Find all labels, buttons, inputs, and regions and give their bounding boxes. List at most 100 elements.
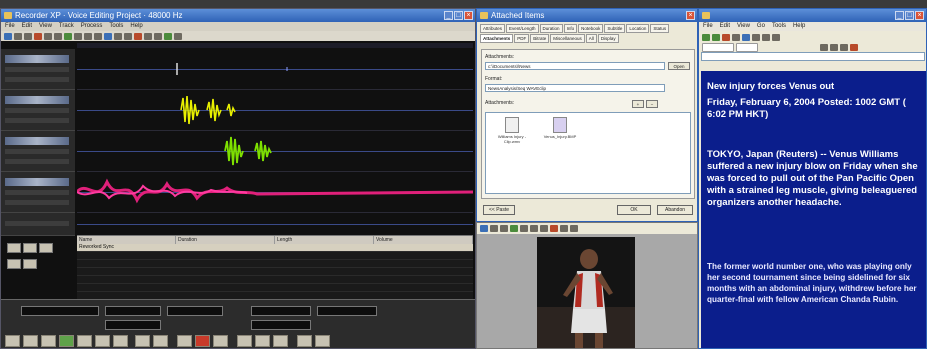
marker-icon[interactable]	[124, 32, 132, 40]
track-fx-slot[interactable]	[5, 77, 69, 82]
minimize-icon[interactable]: _	[444, 11, 453, 20]
edit-event-button[interactable]	[23, 259, 37, 269]
table-row[interactable]: Reworked Sync	[77, 244, 473, 252]
maximize-icon[interactable]: □	[454, 11, 463, 20]
zoom-in-icon[interactable]	[84, 32, 92, 40]
track-pan-slider[interactable]	[5, 149, 69, 154]
remove-attachment-icon[interactable]: −	[646, 100, 658, 108]
track-header-4[interactable]	[1, 172, 75, 213]
menu-track[interactable]: Track	[59, 22, 74, 31]
back-icon[interactable]	[702, 33, 710, 41]
tab-attachments[interactable]: Attachments	[480, 34, 514, 43]
track-volume-slider[interactable]	[5, 96, 69, 104]
column-volume[interactable]: Volume	[374, 236, 473, 244]
undo-icon[interactable]	[64, 32, 72, 40]
ok-button[interactable]: OK	[617, 205, 651, 215]
table-row[interactable]	[77, 252, 473, 260]
home-icon[interactable]	[742, 33, 750, 41]
zoom-icon[interactable]	[530, 225, 538, 232]
track-lane-2[interactable]	[77, 90, 473, 131]
open-image-icon[interactable]	[480, 225, 488, 232]
track-lane-1[interactable]	[77, 49, 473, 90]
color-icon[interactable]	[850, 43, 858, 51]
forward-icon[interactable]	[712, 33, 720, 41]
open-icon[interactable]	[14, 32, 22, 40]
pause-button[interactable]	[77, 335, 92, 347]
snap-icon[interactable]	[154, 32, 162, 40]
cut-icon[interactable]	[34, 32, 42, 40]
format-field[interactable]: NewsAnalysis/Seq WAVEclip	[485, 84, 665, 92]
save-icon[interactable]	[24, 32, 32, 40]
tab-subtitle[interactable]: Subtitle	[604, 24, 626, 33]
tab-display[interactable]: Display	[597, 34, 619, 43]
delete-event-button[interactable]	[7, 259, 21, 269]
save-image-icon[interactable]	[490, 225, 498, 232]
marker-next-button[interactable]	[213, 335, 228, 347]
close-icon[interactable]: ×	[915, 11, 924, 20]
italic-icon[interactable]	[830, 43, 838, 51]
stop-icon[interactable]	[722, 33, 730, 41]
timeline-ruler[interactable]	[77, 43, 473, 48]
track-header-5[interactable]	[1, 213, 75, 236]
maximize-icon[interactable]: □	[905, 11, 914, 20]
metronome-button[interactable]	[297, 335, 312, 347]
scrub-button[interactable]	[237, 335, 252, 347]
select-tool-icon[interactable]	[104, 32, 112, 40]
editor-titlebar[interactable]: Recorder XP · Voice Editing Project · 48…	[1, 9, 475, 22]
bold-icon[interactable]	[820, 43, 828, 51]
column-name[interactable]: Name	[77, 236, 176, 244]
menu-edit[interactable]: Edit	[22, 22, 32, 31]
new-icon[interactable]	[4, 32, 12, 40]
menu-tools[interactable]: Tools	[109, 22, 123, 31]
menu-help[interactable]: Help	[793, 22, 805, 31]
tab-notebook[interactable]: Notebook	[578, 24, 604, 33]
menu-view[interactable]: View	[737, 22, 750, 31]
fast-forward-button[interactable]	[95, 335, 110, 347]
mixer-icon[interactable]	[164, 32, 172, 40]
table-row[interactable]	[77, 260, 473, 268]
paste-button[interactable]: << Paste	[483, 205, 515, 215]
track-volume-slider[interactable]	[5, 137, 69, 145]
track-volume-slider[interactable]	[5, 178, 69, 186]
rewind-start-button[interactable]	[5, 335, 20, 347]
cancel-button[interactable]: Abandon	[657, 205, 693, 215]
tab-location[interactable]: Location	[626, 24, 650, 33]
menu-tools[interactable]: Tools	[772, 22, 786, 31]
tab-miscellaneous[interactable]: Miscellaneous	[550, 34, 585, 43]
track-volume-slider[interactable]	[5, 55, 69, 63]
tab-status[interactable]: Status	[650, 24, 670, 33]
track-lane-3[interactable]	[77, 131, 473, 172]
track-lane-5[interactable]	[77, 213, 473, 236]
zoom-out-icon[interactable]	[94, 32, 102, 40]
address-bar[interactable]	[701, 52, 925, 61]
add-attachment-icon[interactable]: +	[632, 100, 644, 108]
insert-event-button[interactable]	[39, 243, 53, 253]
menu-file[interactable]: File	[5, 22, 15, 31]
track-pan-slider[interactable]	[5, 67, 69, 72]
track-header-1[interactable]	[1, 49, 75, 90]
menu-go[interactable]: Go	[757, 22, 765, 31]
tab-attributes[interactable]: Attributes	[480, 24, 506, 33]
browser-titlebar[interactable]: _ □ ×	[699, 9, 926, 22]
column-length[interactable]: Length	[275, 236, 374, 244]
stop-button[interactable]	[41, 335, 56, 347]
print-icon[interactable]	[500, 225, 508, 232]
punch-in-button[interactable]	[255, 335, 270, 347]
effects-icon[interactable]	[174, 32, 182, 40]
play-selection-button[interactable]	[135, 335, 150, 347]
redo-icon[interactable]	[74, 32, 82, 40]
forward-end-button[interactable]	[113, 335, 128, 347]
fit-icon[interactable]	[540, 225, 548, 232]
underline-icon[interactable]	[840, 43, 848, 51]
close-icon[interactable]: ×	[464, 11, 473, 20]
track-volume-slider[interactable]	[5, 221, 69, 226]
tab-all[interactable]: All	[585, 34, 597, 43]
pencil-tool-icon[interactable]	[114, 32, 122, 40]
attachment-item[interactable]: Williams Injury - Clip.wmv	[492, 117, 532, 144]
minimize-icon[interactable]: _	[895, 11, 904, 20]
next-image-icon[interactable]	[570, 225, 578, 232]
loop-button[interactable]	[153, 335, 168, 347]
tab-bitrate[interactable]: Bitrate	[530, 34, 550, 43]
track-lane-4[interactable]	[77, 172, 473, 213]
track-fx-slot[interactable]	[5, 159, 69, 164]
